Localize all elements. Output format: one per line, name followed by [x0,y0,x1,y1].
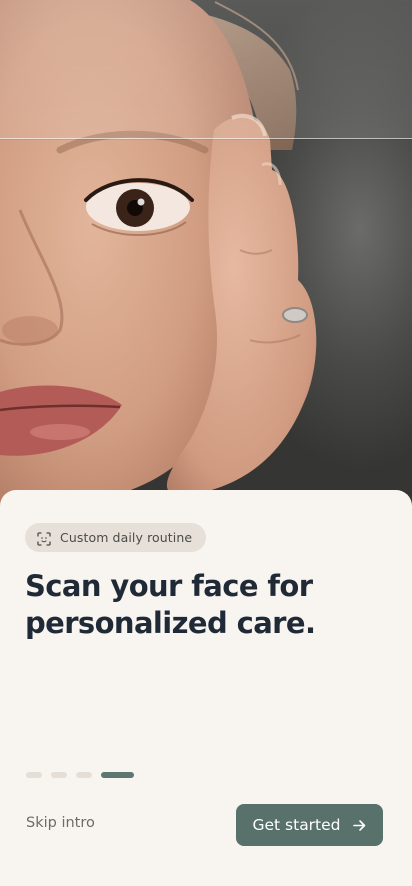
onboarding-screen: Custom daily routine Scan your face for … [0,0,412,886]
bottom-sheet: Custom daily routine Scan your face for … [0,490,412,886]
page-dot-4-active[interactable] [101,772,134,778]
arrow-right-icon [352,818,367,833]
routine-chip-label: Custom daily routine [60,530,193,545]
face-scan-icon [37,531,51,546]
page-title: Scan your face for personalized care. [25,568,385,642]
page-title-line-2: personalized care. [25,606,316,640]
skip-intro-button[interactable]: Skip intro [26,815,95,831]
get-started-button[interactable]: Get started [236,804,383,846]
get-started-label: Get started [252,816,341,834]
page-dot-3[interactable] [76,772,92,778]
scan-overlay-band [0,0,412,139]
page-dot-2[interactable] [51,772,67,778]
hero-photo [0,0,412,520]
routine-chip: Custom daily routine [25,523,207,552]
page-indicator [26,772,134,778]
page-dot-1[interactable] [26,772,42,778]
page-title-line-1: Scan your face for [25,569,313,603]
